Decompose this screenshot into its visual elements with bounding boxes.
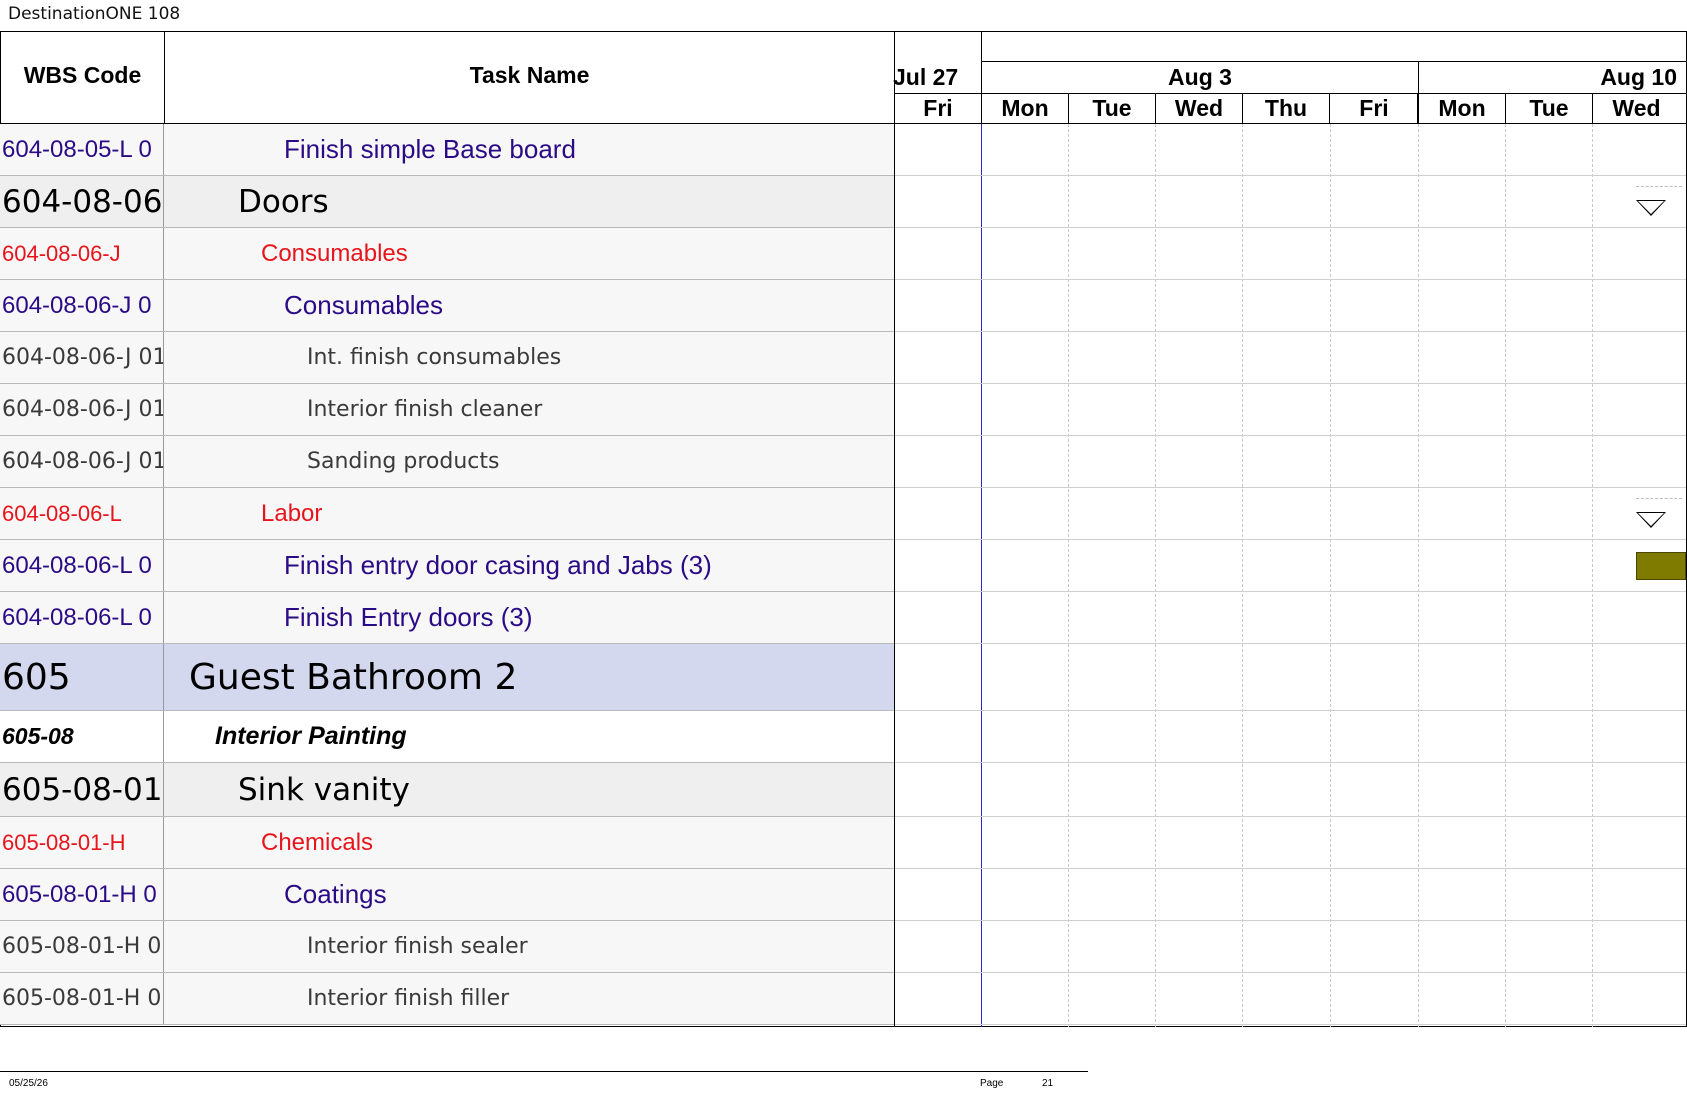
timeline-row — [895, 488, 1686, 540]
day-header: Fri — [895, 94, 982, 123]
task-name-cell: Consumables — [261, 239, 408, 267]
table-row[interactable]: 604-08-06-L 0 Finish entry door casing an… — [0, 540, 894, 592]
wbs-code-cell: 604-08-06 — [0, 176, 164, 227]
task-name-cell: Sanding products — [307, 449, 500, 474]
footer-rule — [0, 1071, 1088, 1072]
summary-bar-stub — [1636, 498, 1682, 499]
wbs-code-cell: 605-08 — [0, 711, 164, 762]
wbs-code-cell: 604-08-06-L 0 — [0, 540, 164, 591]
week-header: Aug 3 — [1168, 64, 1232, 90]
table-row[interactable]: 604-08-06-J 0 Consumables — [0, 280, 894, 332]
wbs-code-cell: 604-08-06-J 01 — [0, 384, 164, 435]
timeline-row — [895, 540, 1686, 592]
summary-triangle-fill — [1638, 201, 1664, 214]
day-header: Mon — [982, 94, 1069, 123]
wbs-code-cell: 604-08-06-J 01 — [0, 332, 164, 383]
task-name-cell: Int. finish consumables — [307, 345, 562, 370]
footer-page-number: 21 — [1042, 1078, 1054, 1089]
timeline-row — [895, 228, 1686, 280]
task-name-cell: Interior finish filler — [307, 986, 510, 1011]
summary-triangle-icon[interactable] — [1636, 512, 1666, 528]
task-name-cell: Sink vanity — [238, 771, 410, 808]
timeline-row — [895, 973, 1686, 1025]
day-header: Wed — [1156, 94, 1243, 123]
timeline-row — [895, 592, 1686, 644]
table-row[interactable]: 605-08-01-H 0 Coatings — [0, 869, 894, 921]
day-header: Tue — [1069, 94, 1156, 123]
summary-bar-stub — [1636, 186, 1682, 187]
day-header: Fri — [1331, 94, 1418, 123]
wbs-code-cell: 604-08-06-J 01 — [0, 436, 164, 487]
table-row[interactable]: 604-08-06-J 01 Sanding products — [0, 436, 894, 488]
timeline-row — [895, 280, 1686, 332]
table-row[interactable]: 604-08-06-J Consumables — [0, 228, 894, 280]
day-header: Mon — [1419, 94, 1506, 123]
table-row[interactable]: 604-08-06-L 0 Finish Entry doors (3) — [0, 592, 894, 644]
timeline-row — [895, 384, 1686, 436]
wbs-code-cell: 604-08-06-J — [0, 228, 164, 279]
wbs-code-cell: 605-08-01-H 0 — [0, 869, 164, 920]
wbs-code-cell: 604-08-06-L — [0, 488, 164, 539]
timeline-row — [895, 763, 1686, 817]
timeline-row — [895, 817, 1686, 869]
wbs-code-cell: 604-08-06-L 0 — [0, 592, 164, 643]
task-name-cell: Consumables — [284, 290, 443, 320]
task-name-cell: Chemicals — [261, 828, 374, 856]
table-row[interactable]: 605-08-01-H 01 Interior finish filler — [0, 973, 894, 1025]
timeline-row — [895, 869, 1686, 921]
wbs-code-cell: 604-08-05-L 0 — [0, 124, 164, 175]
summary-triangle-icon[interactable] — [1636, 200, 1666, 216]
wbs-code-header[interactable]: WBS Code — [1, 62, 164, 89]
table-row[interactable]: 604-08-06 Doors — [0, 176, 894, 228]
timeline-row — [895, 644, 1686, 711]
table-row[interactable]: 604-08-06-J 01 Int. finish consumables — [0, 332, 894, 384]
task-name-cell: Interior finish cleaner — [307, 397, 543, 422]
wbs-code-cell: 605 — [0, 644, 164, 710]
table-row[interactable]: 604-08-05-L 0 Finish simple Base board — [0, 124, 894, 176]
task-name-cell: Labor — [261, 499, 323, 527]
summary-triangle-fill — [1638, 513, 1664, 526]
footer-page-label: Page — [980, 1078, 1004, 1089]
task-name-cell: Guest Bathroom 2 — [189, 656, 518, 698]
wbs-code-cell: 605-08-01-H 01 — [0, 973, 164, 1024]
task-name-cell: Interior finish sealer — [307, 934, 528, 959]
wbs-code-cell: 604-08-06-J 0 — [0, 280, 164, 331]
day-header: Wed — [1612, 95, 1661, 121]
table-row[interactable]: 605-08-01-H 01 Interior finish sealer — [0, 921, 894, 973]
task-name-cell: Finish simple Base board — [284, 134, 576, 164]
wbs-code-cell: 605-08-01-H 01 — [0, 921, 164, 972]
timeline-row — [895, 176, 1686, 228]
table-row[interactable]: 605-08 Interior Painting — [0, 711, 894, 763]
timeline-row — [895, 711, 1686, 763]
task-name-cell: Coatings — [284, 879, 387, 909]
footer-date: 05/25/26 — [9, 1078, 48, 1089]
header-top-band-line — [981, 61, 1686, 62]
day-header: Tue — [1506, 94, 1593, 123]
timeline-row — [895, 921, 1686, 973]
task-name-cell: Finish entry door casing and Jabs (3) — [284, 550, 712, 580]
document-title: DestinationONE 108 — [8, 4, 181, 24]
week-header: Jul 27 — [893, 64, 959, 90]
day-header: Thu — [1243, 94, 1330, 123]
table-row[interactable]: 605 Guest Bathroom 2 — [0, 644, 894, 711]
timeline-row — [895, 436, 1686, 488]
table-row[interactable]: 604-08-06-L Labor — [0, 488, 894, 540]
table-row[interactable]: 605-08-01-H Chemicals — [0, 817, 894, 869]
timeline-row — [895, 124, 1686, 176]
wbs-code-cell: 605-08-01 — [0, 763, 164, 816]
table-row[interactable]: 605-08-01 Sink vanity — [0, 763, 894, 817]
task-name-cell: Interior Painting — [215, 722, 407, 750]
task-name-cell: Doors — [238, 183, 329, 220]
task-name-header[interactable]: Task Name — [165, 62, 894, 89]
wbs-code-cell: 605-08-01-H — [0, 817, 164, 868]
task-name-cell: Finish Entry doors (3) — [284, 602, 533, 632]
week-header: Aug 10 — [1600, 64, 1677, 90]
timeline-row — [895, 332, 1686, 384]
task-bar[interactable] — [1636, 552, 1686, 580]
table-row[interactable]: 604-08-06-J 01 Interior finish cleaner — [0, 384, 894, 436]
